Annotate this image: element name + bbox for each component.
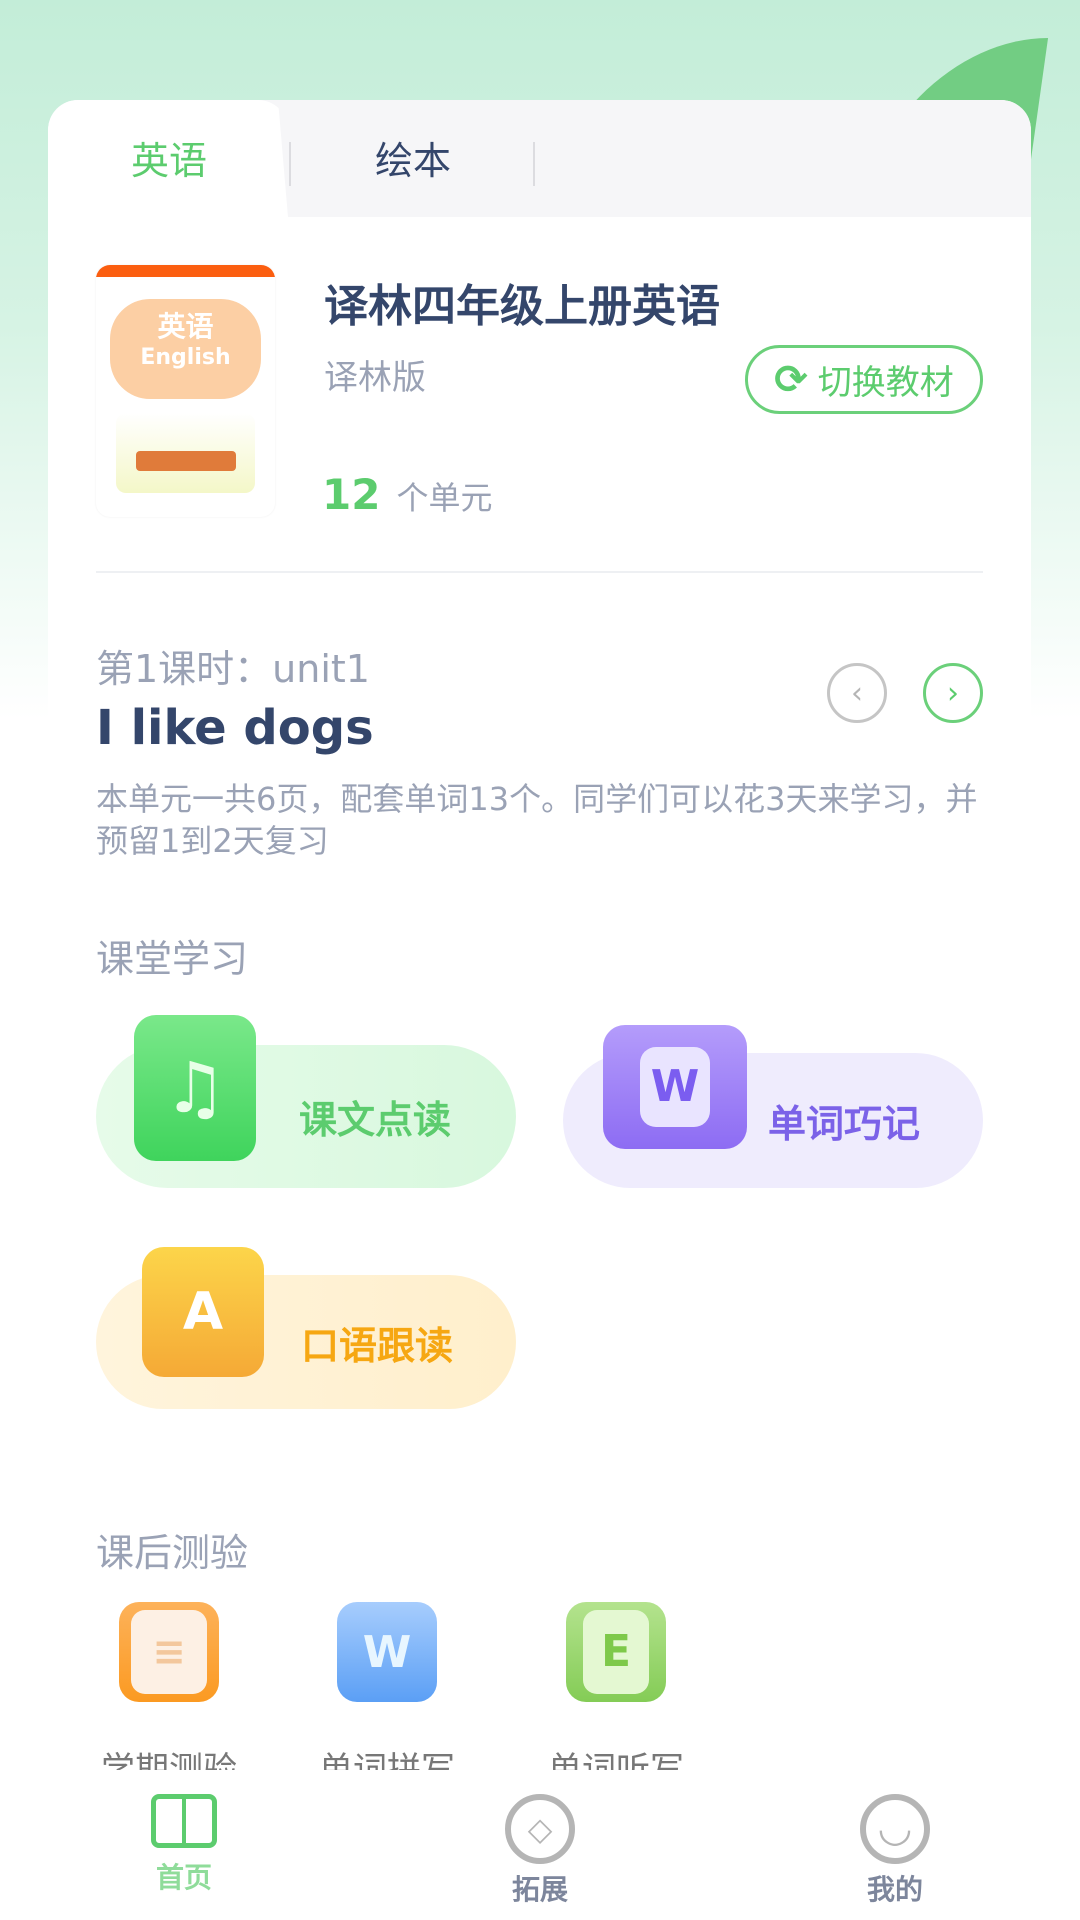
text-reading-button[interactable]: ♫ 课文点读 <box>96 1015 516 1188</box>
word-card-icon: W <box>603 1025 747 1149</box>
quiz-item-dictation[interactable]: E 单词听写 <box>516 1602 716 1778</box>
quiz-item-term-test[interactable]: ≡ 学期测验 <box>69 1602 269 1778</box>
tab-divider <box>289 142 291 186</box>
classroom-heading: 课堂学习 <box>96 937 249 981</box>
refresh-icon: ⟳ <box>774 356 808 403</box>
w-pencil-icon: W <box>337 1602 437 1702</box>
tab-divider <box>533 142 535 186</box>
unit-count: 12 <box>322 470 381 519</box>
tab-bar: 英语 绘本 <box>48 100 1031 217</box>
microphone-a-icon: A <box>142 1247 264 1377</box>
book-icon <box>151 1794 217 1848</box>
lesson-title: I like dogs <box>96 700 374 756</box>
book-edition: 译林版 <box>324 358 426 398</box>
book-cover[interactable]: 英语 English <box>96 265 275 517</box>
lesson-period: 第1课时：unit1 <box>96 647 370 691</box>
chevron-right-icon: › <box>947 675 959 711</box>
music-book-icon: ♫ <box>134 1015 256 1161</box>
nav-explore[interactable]: ◇ 拓展 <box>460 1794 620 1908</box>
quiz-heading: 课后测验 <box>96 1531 249 1575</box>
lesson-description: 本单元一共6页，配套单词13个。同学们可以花3天来学习，并预留1到2天复习 <box>96 780 978 860</box>
prev-lesson-button[interactable]: ‹ <box>827 663 887 723</box>
tab-picture-books[interactable]: 绘本 <box>313 130 513 185</box>
next-lesson-button[interactable]: › <box>923 663 983 723</box>
bottom-nav: 首页 ◇ 拓展 ◡ 我的 <box>0 1770 1080 1920</box>
compass-icon: ◇ <box>505 1794 575 1864</box>
unit-suffix: 个单元 <box>396 479 493 517</box>
document-pencil-icon: ≡ <box>119 1602 219 1702</box>
word-memory-button[interactable]: W 单词巧记 <box>563 1025 983 1188</box>
oral-reading-button[interactable]: A 口语跟读 <box>96 1247 516 1409</box>
book-title: 译林四年级上册英语 <box>324 281 720 332</box>
divider <box>96 571 983 573</box>
main-card: 英语 绘本 英语 English 译林四年级上册英语 译林版 ⟳ 切换教材 12… <box>48 100 1031 1800</box>
quiz-item-spelling[interactable]: W 单词拼写 <box>287 1602 487 1778</box>
nav-mine[interactable]: ◡ 我的 <box>815 1794 975 1908</box>
switch-textbook-button[interactable]: ⟳ 切换教材 <box>745 345 983 414</box>
tab-english[interactable]: 英语 <box>69 130 269 185</box>
nav-home[interactable]: 首页 <box>104 1794 264 1896</box>
e-headphones-icon: E <box>566 1602 666 1702</box>
smiley-icon: ◡ <box>860 1794 930 1864</box>
chevron-left-icon: ‹ <box>851 675 863 711</box>
